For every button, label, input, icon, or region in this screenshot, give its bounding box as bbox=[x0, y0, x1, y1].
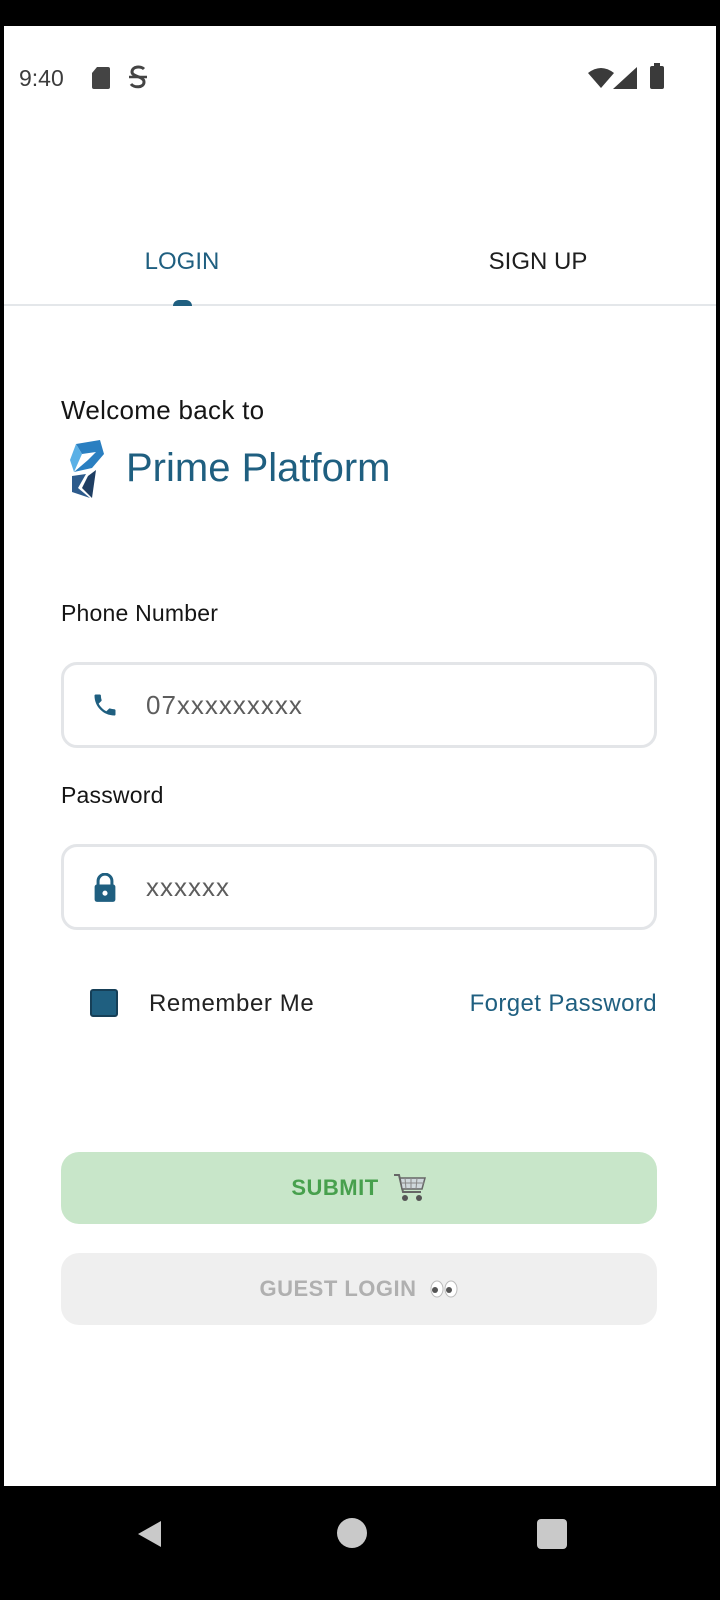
battery-icon bbox=[650, 63, 664, 89]
phone-number-input[interactable] bbox=[146, 665, 636, 745]
home-icon[interactable] bbox=[337, 1518, 367, 1548]
eyes-icon bbox=[430, 1280, 458, 1298]
active-tab-indicator bbox=[173, 300, 192, 306]
status-bar: 9:40 bbox=[4, 26, 716, 126]
shopping-cart-icon bbox=[393, 1174, 426, 1201]
submit-button[interactable]: SUBMIT bbox=[61, 1152, 657, 1224]
forget-password-link[interactable]: Forget Password bbox=[470, 990, 657, 1018]
back-icon[interactable] bbox=[135, 1519, 165, 1549]
recents-icon[interactable] bbox=[537, 1519, 567, 1549]
password-field[interactable] bbox=[61, 844, 657, 930]
guest-login-button-label: GUEST LOGIN bbox=[259, 1276, 417, 1301]
guest-login-button[interactable]: GUEST LOGIN bbox=[61, 1253, 657, 1325]
submit-button-label: SUBMIT bbox=[291, 1175, 379, 1200]
tab-sign-up[interactable]: SIGN UP bbox=[360, 248, 716, 276]
signal-icon bbox=[613, 67, 637, 89]
tab-login[interactable]: LOGIN bbox=[4, 248, 360, 276]
welcome-text: Welcome back to bbox=[61, 395, 265, 425]
prime-logo-icon bbox=[70, 440, 104, 498]
sd-card-icon bbox=[92, 67, 110, 89]
remember-me-label[interactable]: Remember Me bbox=[149, 990, 314, 1018]
status-time: 9:40 bbox=[19, 65, 64, 91]
password-input[interactable] bbox=[146, 847, 636, 927]
remember-me-checkbox[interactable] bbox=[90, 989, 118, 1017]
wifi-icon bbox=[588, 68, 614, 88]
s-notification-icon bbox=[129, 65, 147, 89]
phone-number-field[interactable] bbox=[61, 662, 657, 748]
phone-icon bbox=[94, 694, 116, 716]
password-label: Password bbox=[61, 782, 164, 808]
brand-name: Prime Platform bbox=[126, 446, 391, 490]
phone-number-label: Phone Number bbox=[61, 600, 219, 626]
login-screen: 9:40 LOGIN SIGN UP Welcome back to Prime… bbox=[4, 26, 716, 1486]
system-nav-bar bbox=[0, 1486, 720, 1600]
auth-tabs: LOGIN SIGN UP bbox=[4, 216, 716, 306]
lock-icon bbox=[94, 873, 116, 902]
